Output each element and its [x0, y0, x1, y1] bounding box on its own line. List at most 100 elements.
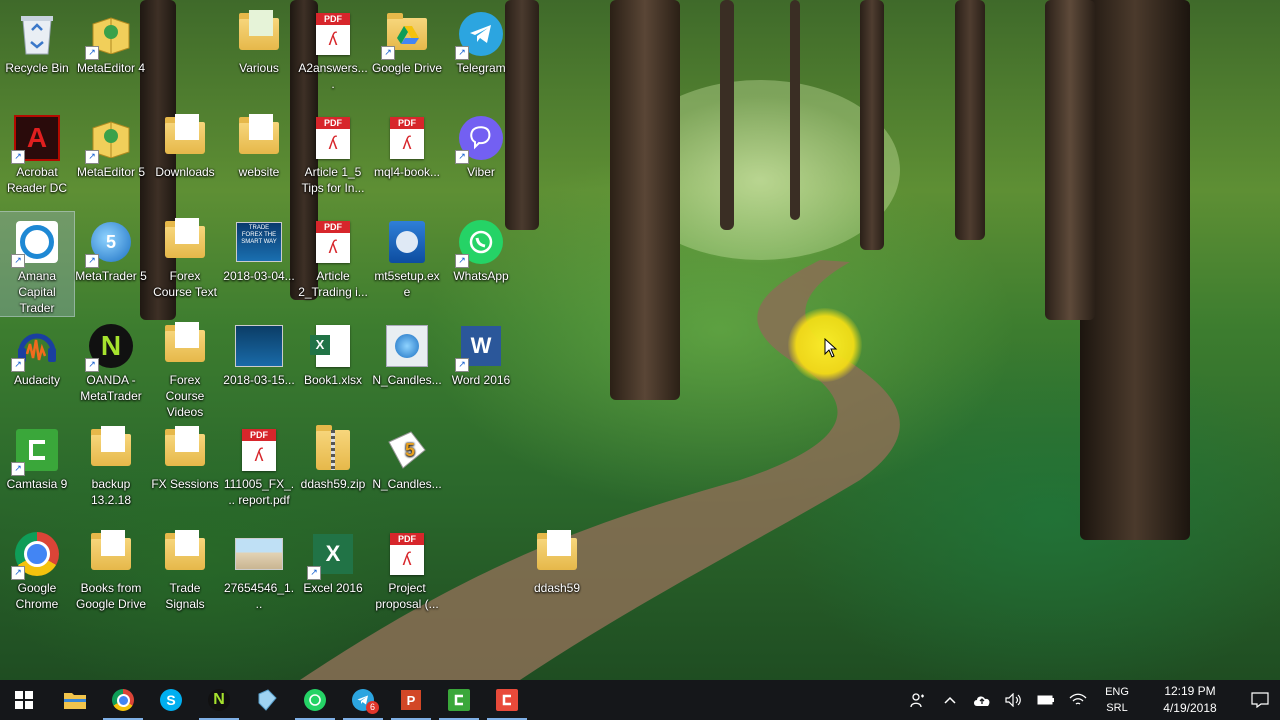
taskbar-powerpoint[interactable]: P: [387, 680, 435, 720]
icon-label: Recycle Bin: [5, 61, 69, 75]
trade-signals-folder[interactable]: Trade Signals: [148, 524, 222, 612]
mouse-cursor-icon: [824, 338, 838, 358]
website-folder[interactable]: website: [222, 108, 296, 180]
icon-label: mql4-book...: [373, 165, 441, 179]
google-drive-folder-icon: ↗: [381, 10, 431, 60]
icon-label: mt5setup.exe: [374, 269, 440, 299]
whatsapp-shortcut[interactable]: ↗ WhatsApp: [444, 212, 518, 284]
project-proposal-pdf[interactable]: PDF ʎ Project proposal (...: [370, 524, 444, 612]
article-2-pdf[interactable]: PDF ʎ Article 2_Trading i...: [296, 212, 370, 300]
n-candles-file[interactable]: N_Candles...: [370, 316, 444, 388]
fx-sessions-folder[interactable]: FX Sessions: [148, 420, 222, 492]
ddash59-folder[interactable]: ddash59: [520, 524, 594, 596]
taskbar-skype[interactable]: S: [147, 680, 195, 720]
taskbar-metaeditor[interactable]: [243, 680, 291, 720]
start-button[interactable]: [0, 680, 48, 720]
icon-label: 27654546_1...: [223, 581, 295, 611]
recycle-bin-shortcut[interactable]: Recycle Bin: [0, 4, 74, 76]
oanda-icon: N: [208, 689, 230, 711]
google-chrome-shortcut[interactable]: ↗ Google Chrome: [0, 524, 74, 612]
downloads-folder[interactable]: Downloads: [148, 108, 222, 180]
folder-icon: [235, 114, 283, 162]
shortcut-arrow-icon: ↗: [455, 254, 469, 268]
taskbar-camtasia[interactable]: [435, 680, 483, 720]
acrobat-reader-shortcut[interactable]: A ↗ Acrobat Reader DC: [0, 108, 74, 196]
action-center-icon[interactable]: [1240, 680, 1280, 720]
icon-label: 2018-03-04...: [223, 269, 295, 283]
word-2016-shortcut[interactable]: W ↗ Word 2016: [444, 316, 518, 388]
forex-course-text-folder[interactable]: Forex Course Text: [148, 212, 222, 300]
icon-label: Word 2016: [451, 373, 511, 387]
a2answers-pdf[interactable]: PDF ʎ A2answers....: [296, 4, 370, 92]
pdf-file-icon: PDF ʎ: [309, 114, 357, 162]
telegram-icon: ↗: [455, 10, 505, 60]
taskbar-telegram[interactable]: 6: [339, 680, 387, 720]
tree-trunk: [955, 0, 985, 240]
image-27654546[interactable]: 27654546_1...: [222, 524, 296, 612]
ddash59-zip[interactable]: ddash59.zip: [296, 420, 370, 492]
backup-folder[interactable]: backup 13.2.18: [74, 420, 148, 508]
image-thumbnail-icon: TRADE FOREX THE SMART WAY: [235, 218, 283, 266]
image-2018-03-15[interactable]: 2018-03-15...: [222, 316, 296, 388]
zip-folder-icon: [309, 425, 357, 474]
taskbar-chrome[interactable]: [99, 680, 147, 720]
clock[interactable]: 12:19 PM 4/19/2018: [1140, 683, 1240, 717]
fx-report-pdf[interactable]: PDF ʎ 111005_FX_... report.pdf: [222, 420, 296, 508]
icon-label: Article 1_5 Tips for In...: [301, 165, 365, 195]
mt5setup-exe[interactable]: mt5setup.exe: [370, 212, 444, 300]
shortcut-arrow-icon: ↗: [85, 254, 99, 268]
telegram-shortcut[interactable]: ↗ Telegram: [444, 4, 518, 76]
oanda-metatrader-shortcut[interactable]: N ↗ OANDA - MetaTrader: [74, 316, 148, 404]
n-candles-file-2[interactable]: 5 N_Candles...: [370, 420, 444, 492]
metatrader-5-shortcut[interactable]: 5 ↗ MetaTrader 5: [74, 212, 148, 284]
icon-label: Camtasia 9: [6, 477, 68, 491]
volume-icon[interactable]: [998, 680, 1030, 720]
icon-label: 2018-03-15...: [223, 373, 295, 387]
tree-trunk: [790, 0, 800, 220]
battery-icon[interactable]: [1030, 680, 1062, 720]
viber-shortcut[interactable]: ↗ Viber: [444, 108, 518, 180]
pdf-file-icon: PDF ʎ: [235, 426, 283, 474]
metatrader-file-icon: [383, 322, 431, 370]
icon-label: Google Drive: [371, 61, 443, 75]
taskbar-whatsapp[interactable]: [291, 680, 339, 720]
icon-label: Audacity: [13, 373, 61, 387]
google-drive-folder[interactable]: ↗ Google Drive: [370, 4, 444, 76]
icon-label: Forex Course Videos: [165, 373, 205, 419]
taskbar-file-explorer[interactable]: [51, 680, 99, 720]
shortcut-arrow-icon: ↗: [307, 566, 321, 580]
folder-icon: [161, 530, 209, 578]
article-1-pdf[interactable]: PDF ʎ Article 1_5 Tips for In...: [296, 108, 370, 196]
icon-label: Excel 2016: [303, 581, 363, 595]
taskbar: S N 6 P ENG SRL 12:19 PM 4/19/2018: [0, 680, 1280, 720]
excel-2016-shortcut[interactable]: X ↗ Excel 2016: [296, 524, 370, 596]
icon-label: Amana Capital Trader: [17, 269, 57, 315]
various-folder[interactable]: Various: [222, 4, 296, 76]
whatsapp-icon: ↗: [455, 218, 505, 268]
metaeditor-file-icon: 5: [383, 426, 431, 474]
metaeditor-book-icon: ↗: [85, 10, 135, 60]
taskbar-camtasia-recorder[interactable]: [483, 680, 531, 720]
viber-icon: ↗: [455, 114, 505, 164]
onedrive-upload-icon[interactable]: [966, 680, 998, 720]
people-icon[interactable]: [902, 680, 934, 720]
book1-xlsx[interactable]: X Book1.xlsx: [296, 316, 370, 388]
books-from-google-drive-folder[interactable]: Books from Google Drive: [74, 524, 148, 612]
metaeditor-4-shortcut[interactable]: ↗ MetaEditor 4: [74, 4, 148, 76]
audacity-shortcut[interactable]: ↗ Audacity: [0, 316, 74, 388]
wifi-icon[interactable]: [1062, 680, 1094, 720]
mql4-book-pdf[interactable]: PDF ʎ mql4-book...: [370, 108, 444, 180]
taskbar-oanda[interactable]: N: [195, 680, 243, 720]
amana-capital-trader-shortcut[interactable]: ↗ Amana Capital Trader: [0, 211, 75, 317]
folder-icon: [87, 530, 135, 578]
camtasia-9-shortcut[interactable]: ↗ Camtasia 9: [0, 420, 74, 492]
icon-label: Various: [239, 61, 279, 75]
metaeditor-5-shortcut[interactable]: ↗ MetaEditor 5: [74, 108, 148, 180]
show-hidden-icons-chevron-icon[interactable]: [934, 680, 966, 720]
icon-label: MetaEditor 4: [76, 61, 146, 75]
shortcut-arrow-icon: ↗: [11, 150, 25, 164]
system-tray: ENG SRL 12:19 PM 4/19/2018: [902, 680, 1280, 720]
forex-course-videos-folder[interactable]: Forex Course Videos: [148, 316, 222, 420]
image-2018-03-04[interactable]: TRADE FOREX THE SMART WAY 2018-03-04...: [222, 212, 296, 284]
language-indicator[interactable]: ENG SRL: [1094, 684, 1140, 716]
